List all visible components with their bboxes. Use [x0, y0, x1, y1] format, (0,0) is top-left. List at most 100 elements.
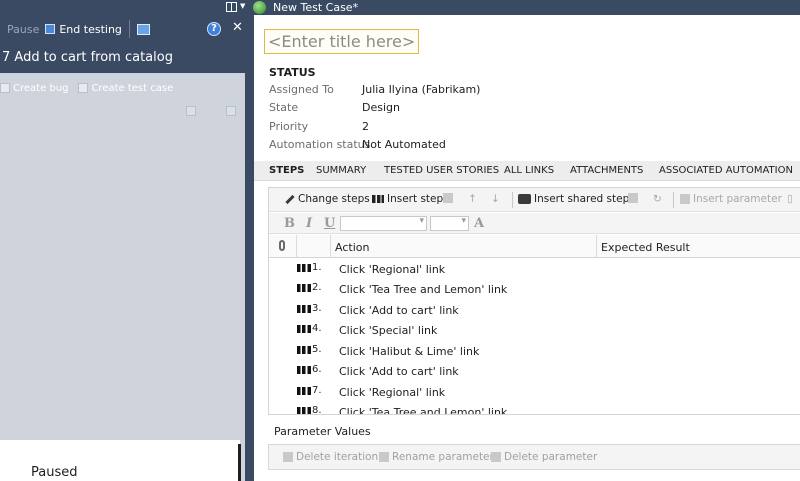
font-size-select[interactable]	[430, 216, 469, 231]
close-icon[interactable]: ✕	[232, 20, 243, 36]
step-action[interactable]: Click 'Add to cart' link	[339, 365, 459, 378]
delete-parameter-button[interactable]: Delete parameter	[491, 451, 597, 463]
create-test-case-button[interactable]: Create test case	[78, 83, 173, 94]
parameter-icon	[680, 194, 690, 204]
panel-splitter[interactable]	[245, 0, 254, 481]
automation-status-label: Automation status	[269, 138, 371, 151]
change-steps-button[interactable]: Change steps	[285, 193, 370, 205]
assigned-to-label: Assigned To	[269, 83, 334, 96]
step-row[interactable]: 3. Click 'Add to cart' link	[269, 300, 800, 320]
step-action[interactable]: Click 'Halibut & Lime' link	[339, 345, 479, 358]
step-action[interactable]: Click 'Tea Tree and Lemon' link	[339, 283, 507, 296]
column-divider	[296, 235, 297, 258]
delete-parameter-label: Delete parameter	[504, 451, 598, 463]
step-number-text: 6.	[312, 364, 322, 375]
move-down-icon[interactable]: ↓	[491, 193, 500, 205]
step-icon	[297, 283, 311, 292]
delete-iteration-button[interactable]: Delete iteration	[283, 451, 378, 463]
step-number: 5.	[297, 344, 322, 355]
delete-step-button[interactable]	[443, 193, 456, 203]
shared-steps-icon	[518, 194, 531, 204]
step-number-text: 5.	[312, 344, 322, 355]
step-row[interactable]: 2. Click 'Tea Tree and Lemon' link	[269, 279, 800, 299]
insert-step-button[interactable]: Insert step	[372, 193, 443, 205]
step-row[interactable]: 7. Click 'Regional' link	[269, 382, 800, 402]
insert-step-label: Insert step	[387, 193, 444, 205]
step-row[interactable]: 8. Click 'Tea Tree and Lemon' link	[269, 402, 800, 414]
switch-window-button[interactable]	[134, 19, 153, 39]
test-case-globe-icon	[253, 1, 266, 14]
open-shared-steps-icon	[628, 193, 638, 203]
action-column-header[interactable]: Action	[335, 241, 369, 254]
chevron-down-icon[interactable]: ▼	[240, 2, 245, 10]
delete-iteration-label: Delete iteration	[296, 451, 379, 463]
rename-parameter-icon	[379, 452, 389, 462]
open-shared-steps-button[interactable]	[628, 193, 641, 203]
font-color-button[interactable]: A	[474, 216, 484, 231]
automation-status-value: Not Automated	[362, 138, 446, 151]
tab-tested-user-stories[interactable]: TESTED USER STORIES	[384, 165, 499, 176]
step-number: 8.	[297, 405, 322, 414]
tab-all-links[interactable]: ALL LINKS	[504, 165, 554, 176]
priority-label: Priority	[269, 120, 309, 133]
insert-parameter-button[interactable]: Insert parameter	[680, 193, 782, 205]
pause-button[interactable]: Pause	[4, 19, 42, 39]
tab-steps[interactable]: STEPS	[269, 165, 304, 176]
step-row[interactable]: 4. Click 'Special' link	[269, 320, 800, 340]
split-view-icon[interactable]	[226, 2, 237, 12]
toolbar-separator	[512, 192, 513, 208]
step-number-text: 4.	[312, 323, 322, 334]
rename-parameter-button[interactable]: Rename parameter	[379, 451, 494, 463]
tab-summary[interactable]: SUMMARY	[316, 165, 366, 176]
change-steps-label: Change steps	[298, 193, 370, 205]
test-case-editor: <Enter title here> STATUS Assigned To Ju…	[254, 15, 800, 481]
tab-associated-automation[interactable]: ASSOCIATED AUTOMATION	[659, 165, 793, 176]
step-icon	[297, 386, 311, 395]
priority-value[interactable]: 2	[362, 120, 369, 133]
step-icon	[297, 345, 311, 354]
state-label: State	[269, 101, 299, 114]
toolbar-separator	[673, 192, 674, 208]
step-row[interactable]: 5. Click 'Halibut & Lime' link	[269, 341, 800, 361]
bold-button[interactable]: B	[284, 216, 295, 231]
test-case-icon	[78, 83, 89, 93]
step-icon	[297, 263, 311, 272]
delete-step-icon	[443, 193, 453, 203]
rename-parameter-label: Rename parameter	[392, 451, 494, 463]
step-number-text: 7.	[312, 385, 322, 396]
font-family-select[interactable]	[340, 216, 427, 231]
expected-result-column-header[interactable]: Expected Result	[601, 241, 690, 254]
state-value[interactable]: Design	[362, 101, 400, 114]
italic-button[interactable]: I	[306, 216, 312, 231]
parameter-values-heading: Parameter Values	[274, 425, 371, 438]
tab-attachments[interactable]: ATTACHMENTS	[570, 165, 643, 176]
step-action[interactable]: Click 'Regional' link	[339, 386, 445, 399]
document-tab-title[interactable]: New Test Case*	[273, 1, 358, 14]
step-row[interactable]: 1. Click 'Regional' link	[269, 259, 800, 279]
title-input[interactable]: <Enter title here>	[264, 29, 420, 54]
run-status-text: Paused	[31, 465, 78, 480]
step-action[interactable]: Click 'Add to cart' link	[339, 304, 459, 317]
steps-grid-header: Action Expected Result	[269, 235, 800, 258]
attach-icon[interactable]	[226, 106, 236, 116]
step-action[interactable]: Click 'Special' link	[339, 324, 437, 337]
end-testing-button[interactable]: End testing	[42, 19, 125, 39]
underline-button[interactable]: U	[324, 216, 335, 231]
assigned-to-value[interactable]: Julia Ilyina (Fabrikam)	[362, 83, 480, 96]
move-up-icon[interactable]: ↑	[468, 193, 477, 205]
attachment-icon[interactable]: ▯	[787, 193, 793, 205]
pencil-icon	[285, 194, 295, 204]
end-testing-label: End testing	[59, 22, 122, 36]
step-action[interactable]: Click 'Tea Tree and Lemon' link	[339, 406, 507, 414]
screenshot-icon[interactable]	[186, 106, 196, 116]
runner-status-divider	[238, 444, 241, 481]
delete-parameter-icon	[491, 452, 501, 462]
step-number-text: 1.	[312, 262, 322, 273]
insert-shared-steps-label: Insert shared steps	[534, 193, 635, 205]
help-icon[interactable]: ?	[207, 22, 221, 36]
refresh-icon[interactable]: ↻	[653, 193, 662, 205]
step-row[interactable]: 6. Click 'Add to cart' link	[269, 361, 800, 381]
create-bug-button[interactable]: Create bug	[0, 83, 68, 94]
insert-shared-steps-button[interactable]: Insert shared steps	[518, 193, 635, 205]
step-action[interactable]: Click 'Regional' link	[339, 263, 445, 276]
